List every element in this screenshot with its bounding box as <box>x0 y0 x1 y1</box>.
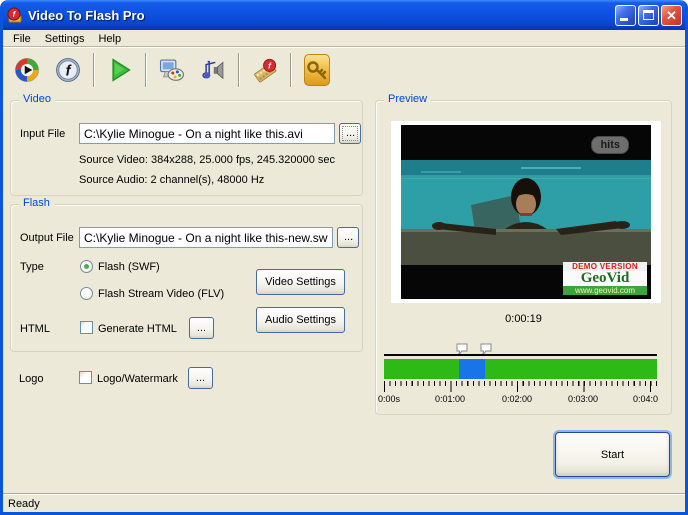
output-file-field[interactable] <box>79 227 333 248</box>
preview-video: hits DEMO VERSION GeoVid www.geovid.com <box>401 125 651 299</box>
menu-help[interactable]: Help <box>91 32 128 46</box>
menu-settings[interactable]: Settings <box>38 32 92 46</box>
radio-flash-swf[interactable] <box>80 260 93 273</box>
window-title: Video To Flash Pro <box>28 8 615 23</box>
tick-label-4: 0:04:0 <box>633 394 658 404</box>
logo-watermark-checkbox[interactable] <box>79 371 92 384</box>
register-button[interactable] <box>298 50 336 90</box>
tick-label-2: 0:02:00 <box>502 394 532 404</box>
media-player-button[interactable] <box>8 50 46 90</box>
geovid-logo-text: GeoVid <box>563 271 647 286</box>
start-button[interactable]: Start <box>555 432 670 477</box>
output-file-label: Output File <box>20 232 74 244</box>
maximize-button[interactable] <box>638 5 659 26</box>
toolbar-separator <box>93 53 95 87</box>
timeline-major-ticks <box>384 381 658 392</box>
tick-label-0: 0:00s <box>378 394 400 404</box>
video-group-title: Video <box>19 93 55 105</box>
timeline-selection[interactable] <box>459 359 485 379</box>
generate-html-checkbox[interactable] <box>80 321 93 334</box>
menu-file[interactable]: File <box>6 32 38 46</box>
maximize-icon <box>643 10 654 20</box>
video-settings-icon <box>159 53 185 87</box>
close-button[interactable]: ✕ <box>661 5 682 26</box>
toolbar-separator <box>145 53 147 87</box>
flash-movie-icon: f <box>252 53 278 87</box>
media-player-icon <box>14 53 40 87</box>
close-icon: ✕ <box>662 6 681 25</box>
toolbar: f <box>3 47 685 92</box>
preview-groupbox: Preview <box>375 100 672 415</box>
audio-settings-button[interactable]: Audio Settings <box>256 307 345 333</box>
radio-flash-swf-label[interactable]: Flash (SWF) <box>98 261 160 273</box>
source-video-info: Source Video: 384x288, 25.000 fps, 245.3… <box>79 154 335 166</box>
start-conversion-icon <box>107 55 133 85</box>
radio-flash-stream-flv-label[interactable]: Flash Stream Video (FLV) <box>98 288 224 300</box>
statusbar: Ready <box>3 494 685 512</box>
input-file-label: Input File <box>20 128 65 140</box>
logo-label: Logo <box>19 373 43 385</box>
generate-html-label[interactable]: Generate HTML <box>98 323 177 335</box>
tick-label-1: 0:01:00 <box>435 394 465 404</box>
current-time-label: 0:00:19 <box>376 313 671 325</box>
tick-label-3: 0:03:00 <box>568 394 598 404</box>
toolbar-separator <box>238 53 240 87</box>
output-file-browse-button[interactable]: ... <box>337 227 359 248</box>
trim-guide-line <box>384 354 657 356</box>
status-text: Ready <box>8 498 40 510</box>
logo-browse-button[interactable]: ... <box>188 367 213 389</box>
video-settings-button[interactable]: Video Settings <box>256 269 345 295</box>
app-window: f Video To Flash Pro ✕ File Settings Hel… <box>0 0 688 515</box>
preview-frame: hits DEMO VERSION GeoVid www.geovid.com <box>391 121 661 303</box>
html-label: HTML <box>20 323 50 335</box>
audio-settings-icon <box>200 53 226 87</box>
flash-player-button[interactable]: f <box>49 50 87 90</box>
input-file-browse-button[interactable]: ... <box>339 123 361 144</box>
hits-logo: hits <box>591 136 629 154</box>
titlebar: f Video To Flash Pro ✕ <box>0 0 688 30</box>
flash-group-title: Flash <box>19 197 54 209</box>
source-audio-info: Source Audio: 2 channel(s), 48000 Hz <box>79 174 264 186</box>
app-logo-icon: f <box>6 7 23 24</box>
start-conversion-button[interactable] <box>101 50 139 90</box>
flash-groupbox: Flash Output File ... Type Flash (SWF) F… <box>10 204 363 352</box>
register-key-background <box>304 54 330 86</box>
minimize-icon <box>620 18 628 21</box>
audio-settings-toolbar-button[interactable] <box>194 50 232 90</box>
key-icon <box>305 58 329 82</box>
preview-group-title: Preview <box>384 93 431 105</box>
logo-watermark-label[interactable]: Logo/Watermark <box>97 373 178 385</box>
geovid-url-text: www.geovid.com <box>563 286 647 295</box>
video-settings-toolbar-button[interactable] <box>153 50 191 90</box>
menubar: File Settings Help <box>3 30 685 47</box>
demo-watermark: DEMO VERSION GeoVid www.geovid.com <box>563 262 647 295</box>
flash-movie-button[interactable]: f <box>246 50 284 90</box>
minimize-button[interactable] <box>615 5 636 26</box>
type-label: Type <box>20 261 44 273</box>
input-file-field[interactable] <box>79 123 335 144</box>
html-settings-browse-button[interactable]: ... <box>189 317 214 339</box>
timeline-trackbar[interactable] <box>384 359 657 379</box>
flash-player-icon: f <box>55 53 81 87</box>
toolbar-separator <box>290 53 292 87</box>
video-groupbox: Video Input File ... Source Video: 384x2… <box>10 100 363 196</box>
radio-flash-stream-flv[interactable] <box>80 287 93 300</box>
